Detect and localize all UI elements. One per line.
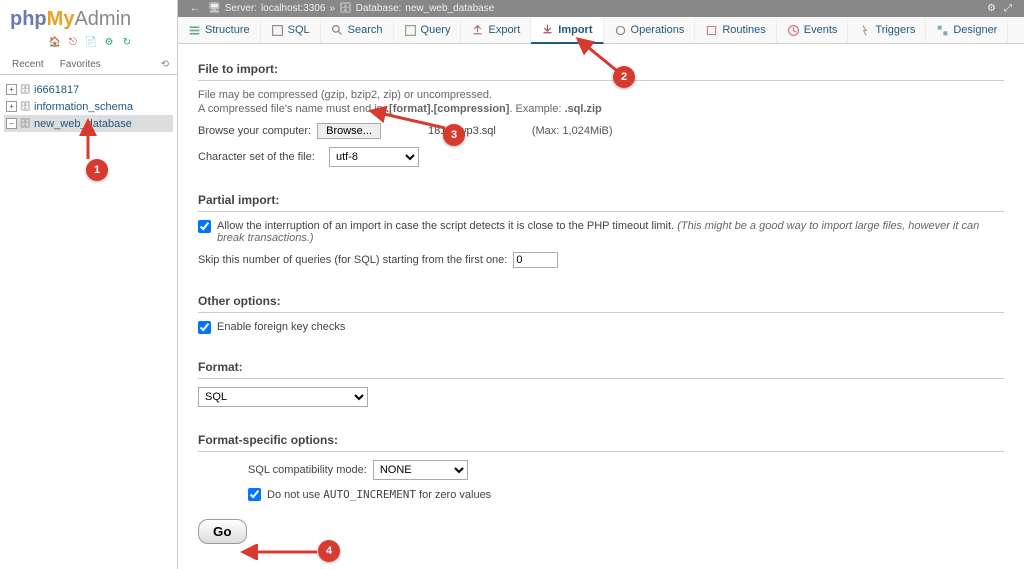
tab-favorites[interactable]: Favorites [52, 55, 109, 74]
fk-checks-label: Enable foreign key checks [217, 321, 345, 333]
db-name: i6661817 [34, 84, 79, 96]
tab-operations[interactable]: Operations [604, 17, 696, 43]
skip-label: Skip this number of queries (for SQL) st… [198, 254, 507, 266]
db-tree: + 🗄 i6661817 + 🗄 information_schema − 🗄 … [0, 75, 177, 138]
format-heading: Format: [198, 352, 1004, 379]
db-icon: 🗄 [339, 3, 352, 14]
import-form: File to import: File may be compressed (… [178, 44, 1024, 569]
tab-events[interactable]: Events [777, 17, 849, 43]
tab-triggers[interactable]: Triggers [848, 17, 926, 43]
tab-import[interactable]: Import [531, 17, 603, 44]
max-size: (Max: 1,024MiB) [532, 125, 613, 137]
main-tabs: Structure SQL Search Query Export Import… [178, 17, 1024, 44]
partial-import-heading: Partial import: [198, 185, 1004, 212]
charset-select[interactable]: utf-8 [329, 147, 419, 167]
go-button[interactable]: Go [198, 519, 247, 544]
annotation-marker-3: 3 [443, 124, 465, 146]
annotation-marker-4: 4 [318, 540, 340, 562]
sidebar-tabs: Recent Favorites ⟲ [0, 55, 177, 75]
fk-checks-checkbox[interactable] [198, 321, 211, 334]
tab-sql[interactable]: SQL [261, 17, 321, 43]
format-select[interactable]: SQL [198, 387, 368, 407]
collapse-icon[interactable]: − [6, 118, 17, 129]
breadcrumb-db[interactable]: new_web_database [405, 3, 494, 14]
breadcrumb-db-label: Database: [356, 3, 402, 14]
logout-icon[interactable]: ⎋ [66, 35, 80, 49]
logo: phpMyAdmin [0, 0, 177, 33]
compat-select[interactable]: NONE [373, 460, 468, 480]
db-icon: 🗄 [19, 117, 32, 130]
compression-hint: File may be compressed (gzip, bzip2, zip… [198, 89, 1004, 101]
tab-search[interactable]: Search [321, 17, 394, 43]
allow-interrupt-label: Allow the interruption of an import in c… [217, 220, 1004, 244]
compression-example: A compressed file's name must end in .[f… [198, 103, 1004, 115]
server-icon: 🖥 [208, 3, 221, 14]
allow-interrupt-checkbox[interactable] [198, 220, 211, 233]
expand-icon[interactable]: + [6, 84, 17, 95]
browse-button[interactable]: Browse... [317, 123, 381, 139]
home-icon[interactable]: 🏠 [48, 35, 62, 49]
db-icon: 🗄 [19, 83, 32, 96]
collapse-icon[interactable]: ⟲ [157, 55, 173, 74]
db-item[interactable]: + 🗄 i6661817 [4, 81, 173, 98]
auto-increment-checkbox[interactable] [248, 488, 261, 501]
skip-queries-input[interactable] [513, 252, 558, 268]
browse-label: Browse your computer: [198, 125, 311, 137]
other-options-heading: Other options: [198, 286, 1004, 313]
tab-structure[interactable]: Structure [178, 17, 261, 43]
docs-icon[interactable]: 📄 [84, 35, 98, 49]
db-icon: 🗄 [19, 100, 32, 113]
breadcrumb: ← 🖥 Server: localhost:3306 » 🗄 Database:… [178, 0, 1024, 17]
charset-label: Character set of the file: [198, 151, 323, 163]
sidebar: phpMyAdmin 🏠 ⎋ 📄 ⚙ ↻ Recent Favorites ⟲ … [0, 0, 178, 569]
format-specific-heading: Format-specific options: [198, 425, 1004, 452]
breadcrumb-server-label: Server: [225, 3, 257, 14]
db-item[interactable]: + 🗄 information_schema [4, 98, 173, 115]
tab-export[interactable]: Export [461, 17, 531, 43]
back-icon[interactable]: ← [186, 3, 204, 14]
tab-routines[interactable]: Routines [695, 17, 776, 43]
expand-icon[interactable]: + [6, 101, 17, 112]
db-item-selected[interactable]: − 🗄 new_web_database [4, 115, 173, 132]
annotation-marker-1: 1 [86, 159, 108, 181]
db-name: information_schema [34, 101, 133, 113]
main-panel: ← 🖥 Server: localhost:3306 » 🗄 Database:… [178, 0, 1024, 569]
tab-designer[interactable]: Designer [926, 17, 1008, 43]
sidebar-toolbar: 🏠 ⎋ 📄 ⚙ ↻ [0, 33, 177, 55]
breadcrumb-server[interactable]: localhost:3306 [261, 3, 326, 14]
tab-recent[interactable]: Recent [4, 55, 52, 74]
tab-query[interactable]: Query [394, 17, 462, 43]
expand-icon[interactable]: ⤢ [1000, 3, 1016, 14]
db-name: new_web_database [34, 118, 132, 130]
auto-increment-label: Do not use AUTO_INCREMENT for zero value… [267, 488, 491, 501]
gear-icon[interactable]: ⚙ [987, 3, 996, 14]
annotation-marker-2: 2 [613, 66, 635, 88]
settings-icon[interactable]: ⚙ [102, 35, 116, 49]
file-import-heading: File to import: [198, 54, 1004, 81]
compat-label: SQL compatibility mode: [248, 464, 367, 476]
reload-icon[interactable]: ↻ [120, 35, 134, 49]
